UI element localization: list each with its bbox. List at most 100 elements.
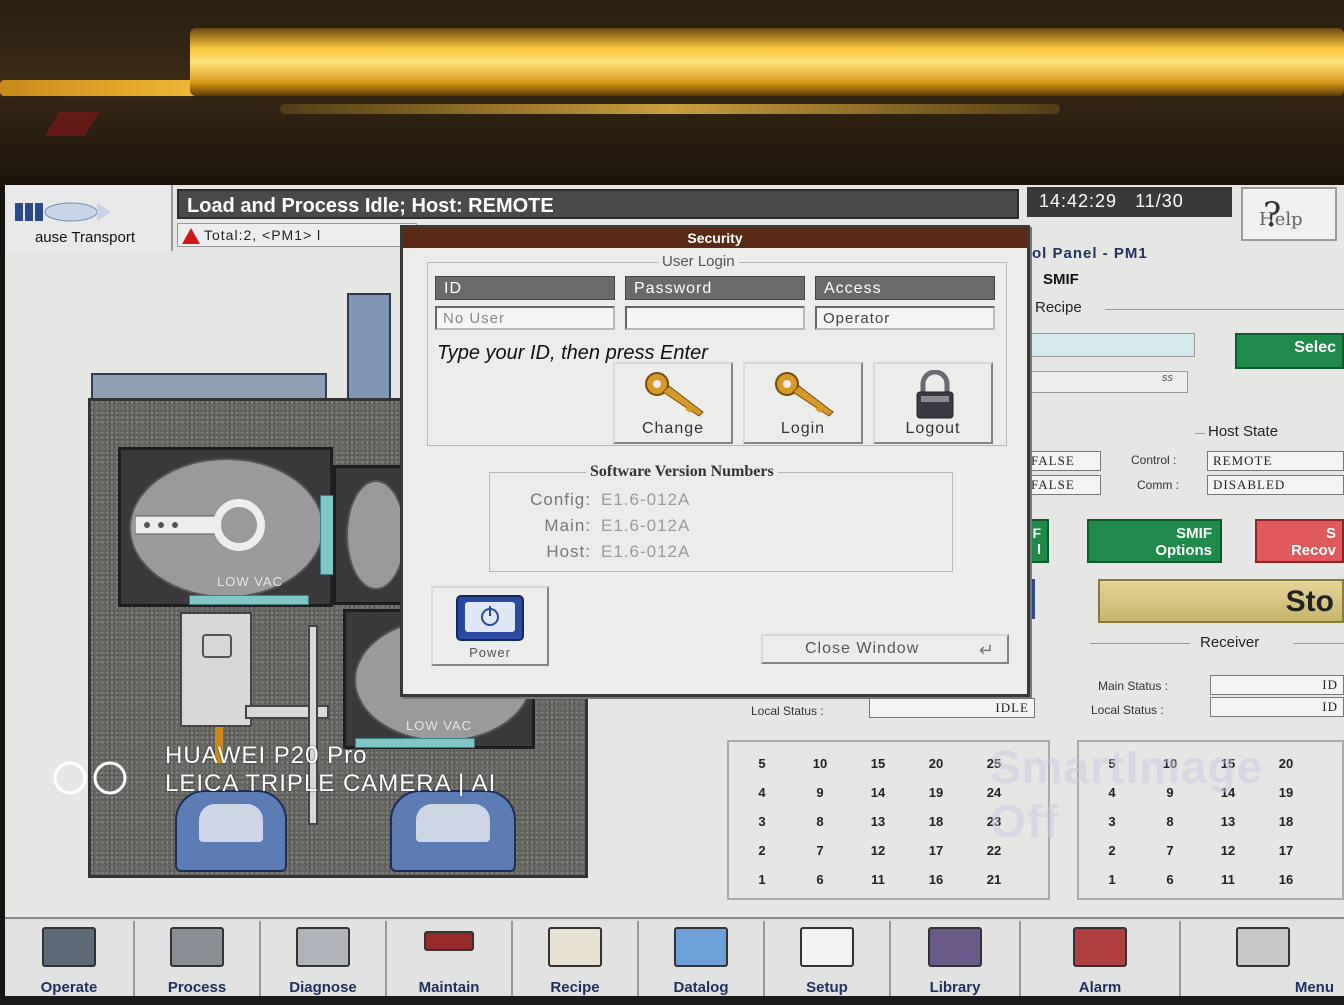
key-icon — [775, 372, 834, 417]
power-key-icon — [456, 595, 524, 641]
control-label: Control : — [1131, 453, 1177, 467]
toolbar-alarm-label: Alarm — [1078, 979, 1122, 996]
slot-number: 10 — [812, 756, 828, 771]
host-state-divider — [1195, 433, 1205, 434]
datalog-chart-icon — [674, 927, 728, 967]
user-id-input[interactable]: No User — [435, 306, 615, 330]
sender-local-status-value: IDLE — [869, 698, 1035, 718]
slot-number: 4 — [758, 785, 766, 800]
status-flag-2: FALSE — [1025, 475, 1101, 495]
toolbar-datalog[interactable]: Datalog — [639, 921, 765, 996]
smartimage-watermark: SmartImage Off — [990, 741, 1264, 847]
chamber-left[interactable]: LOW VAC — [118, 447, 333, 607]
change-button[interactable]: Change — [613, 362, 733, 444]
main-status-label: Main Status : — [1098, 679, 1169, 693]
password-column-header: Password — [625, 276, 805, 300]
alarm-summary-text: Total:2, <PM1> l — [204, 227, 322, 243]
camera-watermark-rings-icon — [53, 761, 127, 795]
slot-number: 21 — [986, 872, 1002, 887]
slot-number: 6 — [816, 872, 824, 887]
slot-number: 1 — [758, 872, 766, 887]
close-window-button[interactable]: Close Window ↵ — [761, 634, 1009, 664]
toolbar-setup-label: Setup — [806, 979, 848, 996]
tool-screen: ause Transport Load and Process Idle; Ho… — [5, 185, 1344, 996]
alarm-warning-icon — [182, 228, 200, 244]
security-dialog-title: Security — [403, 228, 1027, 248]
clock-date: 11/30 — [1135, 191, 1184, 211]
chamber-center[interactable] — [333, 465, 406, 605]
enter-arrow-icon: ↵ — [978, 640, 995, 660]
logout-button[interactable]: Logout — [873, 362, 993, 444]
slot-number: 6 — [1166, 872, 1174, 887]
recipe-sub-field[interactable]: ss — [1020, 371, 1188, 393]
recipe-label: Recipe — [1035, 299, 1082, 316]
receiver-divider-right — [1293, 643, 1344, 644]
select-recipe-button[interactable]: Selec — [1235, 333, 1344, 369]
slot-number: 9 — [816, 785, 824, 800]
version-main-value: E1.6-012A — [601, 516, 691, 535]
comm-value: DISABLED — [1207, 475, 1344, 495]
bottom-toolbar: Operate Process Diagnose Maintain Recipe… — [5, 917, 1344, 996]
power-button[interactable]: Power — [431, 586, 549, 666]
slot-number: 7 — [816, 843, 824, 858]
smif-options-button[interactable]: SMIF Options — [1087, 519, 1222, 563]
password-input[interactable] — [625, 306, 805, 330]
clock-display: 14:42:29 11/30 — [1027, 187, 1232, 217]
chamber-left-vacuum-label: LOW VAC — [217, 574, 283, 589]
library-books-icon — [928, 927, 982, 967]
smif-label: SMIF — [1043, 271, 1079, 288]
light-fixture — [190, 28, 1344, 96]
toolbar-recipe[interactable]: Recipe — [513, 921, 639, 996]
monitor-bezel-bottom — [0, 996, 1344, 1005]
monitor-bezel-top — [0, 0, 1344, 190]
slot-number: 14 — [870, 785, 886, 800]
toolbar-diagnose-label: Diagnose — [289, 979, 357, 996]
toolbar-setup[interactable]: Setup — [765, 921, 891, 996]
cassette-right[interactable] — [390, 790, 516, 872]
version-config-label: Config: — [530, 490, 591, 509]
camera-watermark-model: HUAWEI P20 Pro — [165, 742, 368, 769]
slot-number: 16 — [928, 872, 944, 887]
version-row-config: Config: E1.6-012A — [501, 490, 801, 512]
help-button[interactable]: ? Help — [1241, 187, 1337, 241]
comm-label: Comm : — [1137, 478, 1179, 492]
chamber-left-valve — [189, 595, 309, 605]
sender-local-status-label: Local Status : — [751, 704, 824, 718]
light-fixture-left — [0, 80, 200, 96]
smif-recovery-button[interactable]: S Recov — [1255, 519, 1344, 563]
alarm-summary[interactable]: Total:2, <PM1> l — [177, 223, 417, 247]
toolbar-menu[interactable]: Menu — [1181, 921, 1344, 996]
slot-number: 2 — [758, 843, 766, 858]
access-column-header: Access — [815, 276, 995, 300]
toolbar-menu-label: Menu — [1294, 979, 1334, 996]
toolbar-operate[interactable]: Operate — [5, 921, 135, 996]
version-main-label: Main: — [544, 516, 591, 535]
toolbar-diagnose[interactable]: Diagnose — [261, 921, 387, 996]
toolbar-datalog-label: Datalog — [673, 979, 729, 996]
login-button[interactable]: Login — [743, 362, 863, 444]
status-flag-1: FALSE — [1025, 451, 1101, 471]
toolbar-alarm[interactable]: Alarm — [1021, 921, 1181, 996]
logout-button-label: Logout — [905, 420, 961, 437]
access-level-field: Operator — [815, 306, 995, 330]
version-config-value: E1.6-012A — [601, 490, 691, 509]
slot-number: 11 — [1221, 872, 1235, 887]
toolbar-maintain[interactable]: Maintain — [387, 921, 513, 996]
toolbar-library[interactable]: Library — [891, 921, 1021, 996]
pause-transport-label: ause Transport — [34, 229, 136, 246]
pause-transport-button[interactable]: ause Transport — [5, 185, 173, 251]
red-reflection — [45, 112, 99, 136]
recipe-name-field[interactable] — [1020, 333, 1195, 357]
toolbar-process[interactable]: Process — [135, 921, 261, 996]
stop-button[interactable]: Sto — [1098, 579, 1344, 623]
login-button-label: Login — [780, 420, 826, 437]
cassette-left[interactable] — [175, 790, 287, 872]
key-icon — [645, 372, 704, 417]
menu-icon — [1235, 927, 1290, 967]
version-row-main: Main: E1.6-012A — [501, 516, 801, 538]
host-state-legend: Host State — [1208, 423, 1279, 440]
toolbar-process-label: Process — [167, 979, 227, 996]
software-version-legend: Software Version Numbers — [586, 463, 778, 481]
id-column-header: ID — [435, 276, 615, 300]
toolbar-operate-label: Operate — [40, 979, 98, 996]
